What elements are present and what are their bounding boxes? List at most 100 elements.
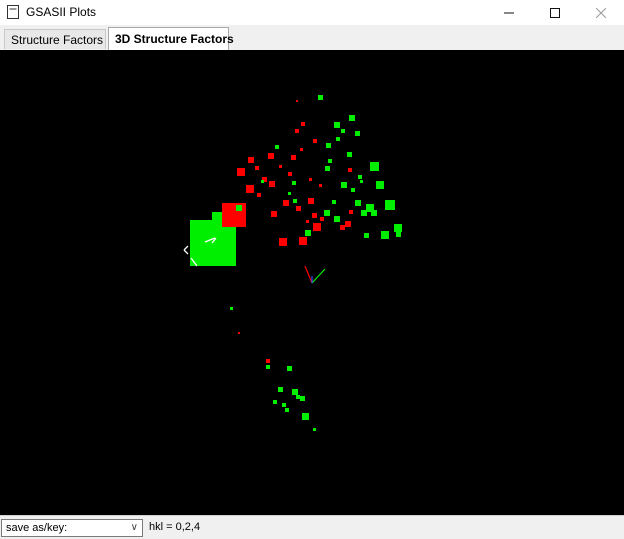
reflection-marker — [371, 210, 377, 216]
tab-3d-structure-factors[interactable]: 3D Structure Factors — [108, 27, 234, 50]
reflection-marker — [370, 162, 379, 171]
reflection-marker — [360, 180, 363, 183]
reflection-marker — [351, 188, 355, 192]
reflection-marker — [296, 100, 298, 102]
reflection-marker — [309, 178, 312, 181]
reflection-marker — [319, 184, 322, 187]
reflection-marker — [257, 193, 261, 197]
reflection-marker — [296, 206, 301, 211]
reflection-marker — [306, 220, 309, 223]
reflection-marker — [278, 387, 283, 392]
reflection-marker — [285, 408, 289, 412]
reflection-marker — [248, 157, 254, 163]
reflection-marker — [312, 213, 317, 218]
reflection-marker — [271, 211, 277, 217]
maximize-button[interactable] — [532, 0, 578, 25]
reflection-marker — [296, 395, 300, 399]
reflection-marker — [308, 198, 314, 204]
plot-canvas[interactable] — [0, 50, 624, 515]
reflection-marker — [266, 359, 270, 363]
close-icon — [596, 7, 606, 18]
reflection-marker — [287, 366, 292, 371]
reflection-marker — [288, 172, 292, 176]
minimize-button[interactable] — [486, 0, 532, 25]
reflection-marker — [288, 192, 291, 195]
reflection-marker — [291, 155, 296, 160]
reflection-marker — [246, 185, 254, 193]
reflection-marker — [295, 129, 299, 133]
reflection-marker — [326, 143, 331, 148]
reflection-marker — [320, 217, 324, 221]
reflection-marker — [300, 396, 305, 401]
reflection-marker — [266, 365, 270, 369]
reflection-marker — [325, 166, 330, 171]
maximize-icon — [550, 7, 560, 18]
reflection-marker — [385, 200, 395, 210]
reflection-marker — [349, 115, 355, 121]
reflection-marker — [301, 122, 305, 126]
reflection-marker — [341, 129, 345, 133]
reflection-marker — [332, 200, 336, 204]
reflection-marker — [273, 400, 277, 404]
reflection-marker — [299, 237, 307, 245]
reflection-marker — [236, 205, 242, 211]
reflection-marker — [313, 428, 316, 431]
reflection-marker — [230, 307, 233, 310]
title-bar: GSASII Plots — [0, 0, 624, 25]
app-icon — [7, 5, 19, 19]
reflection-marker — [305, 230, 311, 236]
reflection-marker — [222, 203, 246, 227]
reflection-marker — [394, 224, 402, 232]
reflection-marker — [302, 413, 309, 420]
reflection-marker — [396, 232, 401, 237]
save-as-key-select[interactable]: save as/key: ∨ — [1, 519, 143, 537]
tab-structure-factors[interactable]: Structure Factors — [4, 29, 106, 49]
reflection-marker — [340, 225, 345, 230]
reflection-marker — [318, 95, 323, 100]
reflection-marker — [381, 231, 389, 239]
status-bar: save as/key: ∨ hkl = 0,2,4 — [0, 515, 624, 539]
reflection-marker — [313, 139, 317, 143]
reflection-marker — [268, 153, 274, 159]
reflection-marker — [238, 332, 240, 334]
reflection-marker — [355, 131, 360, 136]
reflection-marker — [237, 168, 245, 176]
reflection-marker — [293, 199, 297, 203]
reflection-marker — [336, 137, 340, 141]
reflection-marker — [348, 168, 352, 172]
reflection-marker — [328, 159, 332, 163]
reflection-marker — [255, 166, 259, 170]
y-axis-line — [311, 268, 326, 284]
minimize-icon — [504, 12, 514, 13]
reflection-marker — [292, 389, 298, 395]
reflection-marker — [341, 182, 347, 188]
x-axis-line — [304, 265, 313, 284]
reflection-marker — [334, 122, 340, 128]
reflection-marker — [269, 181, 275, 187]
reflection-marker — [279, 238, 287, 246]
chevron-down-icon: ∨ — [130, 522, 138, 533]
reflection-marker — [324, 210, 330, 216]
reflection-marker — [279, 165, 282, 168]
reflection-marker — [292, 181, 296, 185]
reflection-marker — [283, 200, 289, 206]
reflection-marker — [313, 223, 321, 231]
reflection-marker — [347, 152, 352, 157]
reflection-marker — [364, 233, 369, 238]
reflection-marker — [358, 175, 362, 179]
reflection-marker — [376, 181, 384, 189]
close-button[interactable] — [578, 0, 624, 25]
save-as-key-label: save as/key: — [6, 522, 68, 534]
window-title: GSASII Plots — [26, 5, 97, 19]
tab-strip: Structure Factors 3D Structure Factors — [0, 25, 624, 51]
reflection-marker — [345, 221, 351, 227]
reflection-marker — [334, 216, 340, 222]
reflection-marker — [275, 145, 279, 149]
hkl-readout: hkl = 0,2,4 — [149, 521, 201, 533]
reflection-marker — [355, 200, 361, 206]
reflection-marker — [282, 403, 286, 407]
reflection-marker — [261, 180, 264, 183]
reflection-marker — [349, 210, 353, 214]
structure-factor-3d-plot[interactable] — [0, 50, 624, 515]
reflection-marker — [300, 148, 303, 151]
